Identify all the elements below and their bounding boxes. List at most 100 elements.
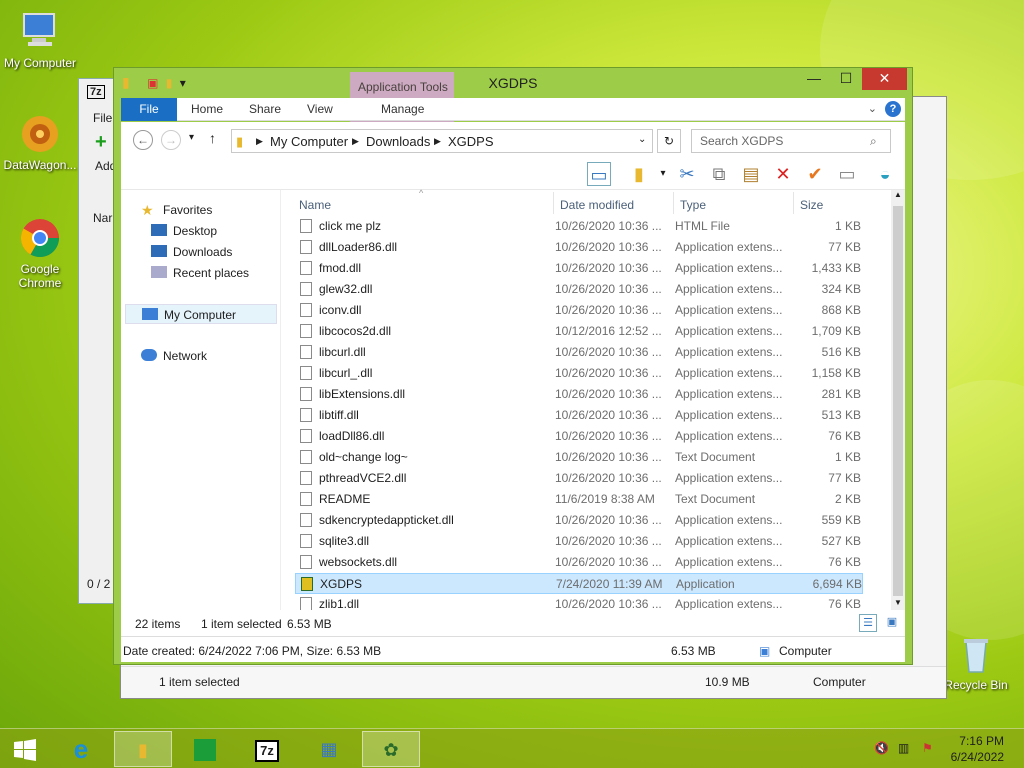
- desktop-icon: [151, 224, 167, 236]
- back-button[interactable]: ←: [133, 130, 153, 150]
- up-button[interactable]: ↑: [209, 130, 216, 146]
- address-dropdown[interactable]: ⌄: [638, 134, 646, 145]
- address-bar[interactable]: ▮ ▶ My Computer ▶ Downloads ▶ XGDPS ⌄: [231, 129, 653, 153]
- file-row[interactable]: glew32.dll 10/26/2020 10:36 ... Applicatio…: [295, 279, 863, 300]
- start-button[interactable]: [0, 731, 50, 767]
- tab-view[interactable]: View: [307, 98, 333, 121]
- file-date: 11/6/2019 8:38 AM: [555, 492, 655, 506]
- taskbar-file-explorer[interactable]: ▮: [114, 731, 172, 767]
- check-icon[interactable]: ✔: [803, 162, 827, 186]
- scroll-down-button[interactable]: ▼: [891, 598, 905, 607]
- file-row[interactable]: loadDll86.dll 10/26/2020 10:36 ... Applica…: [295, 426, 863, 447]
- details-view-button[interactable]: ☰: [859, 614, 877, 632]
- desktop-icon-chrome[interactable]: Google Chrome: [0, 216, 80, 290]
- breadcrumb-downloads[interactable]: Downloads: [366, 134, 430, 149]
- taskbar[interactable]: e ▮ 7z ▦ ✿ 🔇 ▥ ⚑ 7:16 PM 6/24/2022: [0, 728, 1024, 768]
- column-header-type[interactable]: Type: [680, 198, 706, 212]
- minimize-button[interactable]: —: [798, 68, 830, 90]
- nav-my-computer[interactable]: My Computer: [125, 304, 277, 324]
- breadcrumb-my-computer[interactable]: My Computer: [270, 134, 348, 149]
- file-row[interactable]: README 11/6/2019 8:38 AM Text Document 2 KB: [295, 489, 863, 510]
- add-icon[interactable]: +: [95, 131, 107, 154]
- nav-favorites[interactable]: ★ Favorites: [141, 200, 212, 220]
- scrollbar-thumb[interactable]: [893, 206, 903, 596]
- tab-share[interactable]: Share: [249, 98, 281, 121]
- tab-home[interactable]: Home: [191, 98, 223, 121]
- large-icons-view-button[interactable]: ▣: [883, 614, 901, 632]
- file-type: Text Document: [675, 492, 756, 506]
- taskbar-control-panel[interactable]: ▦: [300, 731, 358, 767]
- file-row[interactable]: XGDPS 7/24/2020 11:39 AM Application 6,694 …: [295, 573, 863, 594]
- column-header-date[interactable]: Date modified: [560, 198, 634, 212]
- desktop-icon-my-computer[interactable]: My Computer: [0, 10, 80, 70]
- explorer-body[interactable]: ★ Favorites Desktop Downloads Recent plac…: [121, 188, 905, 611]
- ribbon-tabs[interactable]: File Home Share View Manage ⌄ ?: [121, 98, 905, 121]
- vertical-scrollbar[interactable]: ▲ ▼: [891, 190, 905, 610]
- nav-recent-places[interactable]: Recent places: [151, 263, 249, 283]
- file-date: 10/26/2020 10:36 ...: [555, 471, 662, 485]
- maximize-button[interactable]: ☐: [830, 68, 862, 90]
- file-row[interactable]: libExtensions.dll 10/26/2020 10:36 ... App…: [295, 384, 863, 405]
- scroll-up-button[interactable]: ▲: [891, 190, 905, 199]
- rename-icon[interactable]: ▭: [835, 162, 859, 186]
- preview-pane-button[interactable]: ▭: [587, 162, 611, 186]
- taskbar-store[interactable]: [176, 731, 234, 767]
- nav-network[interactable]: Network: [141, 346, 207, 366]
- tab-file[interactable]: File: [121, 98, 177, 121]
- refresh-button[interactable]: ↻: [657, 129, 681, 153]
- volume-icon[interactable]: 🔇: [874, 741, 889, 755]
- breadcrumb-xgdps[interactable]: XGDPS: [448, 134, 494, 149]
- file-row[interactable]: websockets.dll 10/26/2020 10:36 ... Applic…: [295, 552, 863, 573]
- action-center-icon[interactable]: ⚑: [922, 741, 933, 755]
- file-list[interactable]: ^ Name Date modified Type Size click me …: [291, 188, 903, 611]
- file-row[interactable]: sqlite3.dll 10/26/2020 10:36 ... Applicati…: [295, 531, 863, 552]
- command-toolbar[interactable]: ▭ ▮ ▾ ✂ ⧉ ▤ ✕ ✔ ▭ ◒: [121, 158, 905, 190]
- taskbar-xgdps[interactable]: ✿: [362, 731, 420, 767]
- tab-manage[interactable]: Manage: [381, 98, 424, 121]
- file-menu[interactable]: File: [93, 111, 112, 125]
- shell-icon[interactable]: ◒: [873, 162, 897, 186]
- nav-downloads[interactable]: Downloads: [151, 242, 232, 262]
- desktop-icon-recycle-bin[interactable]: Recycle Bin: [936, 632, 1016, 692]
- search-input[interactable]: Search XGDPS ⌕: [691, 129, 891, 153]
- cut-icon[interactable]: ✂: [675, 162, 699, 186]
- file-row[interactable]: libcurl.dll 10/26/2020 10:36 ... Applicati…: [295, 342, 863, 363]
- file-row[interactable]: libcocos2d.dll 10/12/2016 12:52 ... Applic…: [295, 321, 863, 342]
- column-header-size[interactable]: Size: [800, 198, 823, 212]
- file-row[interactable]: libtiff.dll 10/26/2020 10:36 ... Applicati…: [295, 405, 863, 426]
- file-row[interactable]: pthreadVCE2.dll 10/26/2020 10:36 ... Appli…: [295, 468, 863, 489]
- chevron-down-icon[interactable]: ⌄: [868, 102, 877, 115]
- help-icon[interactable]: ?: [885, 101, 901, 117]
- file-row[interactable]: old~change log~ 10/26/2020 10:36 ... Text …: [295, 447, 863, 468]
- file-row[interactable]: fmod.dll 10/26/2020 10:36 ... Application …: [295, 258, 863, 279]
- file-type: Application extens...: [675, 345, 783, 359]
- paste-icon[interactable]: ▤: [739, 162, 763, 186]
- file-row[interactable]: sdkencryptedappticket.dll 10/26/2020 10:3…: [295, 510, 863, 531]
- taskbar-ie[interactable]: e: [52, 731, 110, 767]
- navigation-pane[interactable]: ★ Favorites Desktop Downloads Recent plac…: [121, 190, 281, 610]
- nav-desktop[interactable]: Desktop: [151, 221, 217, 241]
- close-button[interactable]: ✕: [862, 68, 907, 90]
- clock[interactable]: 7:16 PM 6/24/2022: [951, 733, 1004, 765]
- window-title: XGDPS: [488, 75, 538, 91]
- file-row[interactable]: dllLoader86.dll 10/26/2020 10:36 ... Appli…: [295, 237, 863, 258]
- navigation-bar[interactable]: ← → ▾ ↑ ▮ ▶ My Computer ▶ Downloads ▶ XG…: [121, 122, 905, 158]
- chevron-down-icon[interactable]: ▾: [651, 162, 675, 186]
- new-folder-icon[interactable]: ▮: [627, 162, 651, 186]
- explorer-window[interactable]: ▮ ▣ ▮ ▾ Application Tools XGDPS — ☐ ✕ Fi…: [113, 67, 913, 665]
- column-header-name[interactable]: Name: [299, 198, 331, 212]
- network-status-icon[interactable]: ▥: [898, 741, 909, 755]
- file-row[interactable]: iconv.dll 10/26/2020 10:36 ... Application…: [295, 300, 863, 321]
- forward-button[interactable]: →: [161, 130, 181, 150]
- desktop-icon-datawagon[interactable]: DataWagon...: [0, 112, 80, 172]
- title-bar[interactable]: ▮ ▣ ▮ ▾ Application Tools XGDPS — ☐ ✕: [114, 68, 912, 128]
- delete-icon[interactable]: ✕: [771, 162, 795, 186]
- file-size: 281 KB: [821, 387, 861, 401]
- file-row[interactable]: libcurl_.dll 10/26/2020 10:36 ... Applicat…: [295, 363, 863, 384]
- file-date: 10/12/2016 12:52 ...: [555, 324, 662, 338]
- file-size: 2 KB: [834, 492, 861, 506]
- file-row[interactable]: click me plz 10/26/2020 10:36 ... HTML Fil…: [295, 216, 863, 237]
- taskbar-7zip[interactable]: 7z: [238, 731, 296, 767]
- recent-locations-dropdown[interactable]: ▾: [189, 132, 194, 143]
- copy-icon[interactable]: ⧉: [707, 162, 731, 186]
